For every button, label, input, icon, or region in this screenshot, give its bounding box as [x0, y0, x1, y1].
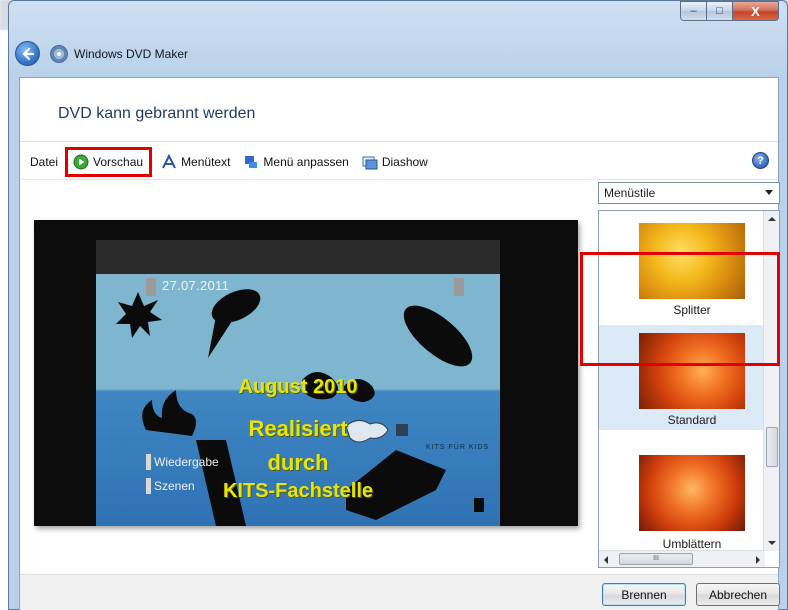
menu-styles-dropdown[interactable]: Menüstile: [598, 182, 780, 204]
navigation-row: Windows DVD Maker: [15, 41, 188, 66]
help-icon[interactable]: ?: [752, 152, 769, 169]
preview-menu-scenes: Szenen: [154, 479, 195, 493]
style-label-umblaettern: Umblättern: [662, 537, 722, 551]
window-controls: – □ X: [680, 1, 779, 21]
text-a-icon: [161, 154, 177, 170]
app-title: Windows DVD Maker: [74, 46, 189, 61]
slideshow-button[interactable]: Diashow: [359, 151, 431, 173]
sun-shape: [116, 292, 162, 338]
vertical-scroll-thumb[interactable]: [766, 427, 778, 467]
back-button[interactable]: [15, 41, 40, 66]
file-menu[interactable]: Datei: [27, 151, 61, 173]
sausage-shape: [403, 305, 473, 367]
toolbar-divider: [20, 179, 778, 180]
menu-scenes-marker: [146, 478, 151, 494]
menu-play-marker: [146, 454, 151, 470]
menu-text-button[interactable]: Menütext: [158, 151, 233, 173]
heading-area: DVD kann gebrannt werden: [20, 78, 778, 142]
button-bar: Brennen Abbrechen: [20, 574, 780, 610]
scroll-down-icon[interactable]: [768, 541, 776, 545]
play-icon: [73, 154, 89, 170]
umblaettern-thumbnail: [639, 455, 745, 531]
minimize-button[interactable]: –: [680, 1, 707, 21]
preview-menu-play: Wiedergabe: [154, 455, 219, 469]
preview-date: 27.07.2011: [162, 278, 230, 293]
preview-photo: 27.07.2011 August 2010 Realisiert durch …: [96, 240, 500, 526]
date-marker-right: [454, 278, 464, 296]
toolbar: Datei Vorschau Menütext Menü anpassen Di…: [20, 147, 778, 177]
paint-brush-icon: [243, 154, 259, 170]
scroll-up-icon[interactable]: [768, 217, 776, 221]
burn-button[interactable]: Brennen: [602, 583, 686, 606]
customize-menu-button[interactable]: Menü anpassen: [240, 151, 351, 173]
menu-preview-frame: 27.07.2011 August 2010 Realisiert durch …: [34, 220, 578, 526]
scroll-left-icon[interactable]: [604, 556, 608, 564]
close-button[interactable]: X: [733, 1, 779, 21]
preview-title-line1: August 2010: [238, 376, 358, 398]
maximize-button[interactable]: □: [707, 1, 733, 21]
standard-style-highlight-box: [580, 252, 780, 366]
chevron-down-icon: [765, 190, 773, 195]
page-heading: DVD kann gebrannt werden: [58, 105, 256, 122]
horizontal-scrollbar[interactable]: III: [599, 550, 765, 567]
style-item-umblaettern[interactable]: Umblättern: [603, 433, 763, 553]
slideshow-icon: [362, 154, 378, 170]
preview-button[interactable]: Vorschau: [65, 147, 153, 177]
kits-logo-text: KITS FÜR KIDS: [426, 444, 490, 451]
scroll-right-icon[interactable]: [756, 556, 760, 564]
date-marker-left: [146, 278, 156, 296]
cone-shape: [208, 316, 234, 358]
style-label-standard: Standard: [667, 413, 717, 427]
preview-title-line2: Realisiert: [248, 416, 348, 441]
dvd-app-icon: [50, 44, 68, 63]
horizontal-scroll-thumb[interactable]: III: [619, 553, 693, 565]
back-arrow-icon: [22, 47, 34, 60]
cancel-button[interactable]: Abbrechen: [696, 583, 780, 606]
